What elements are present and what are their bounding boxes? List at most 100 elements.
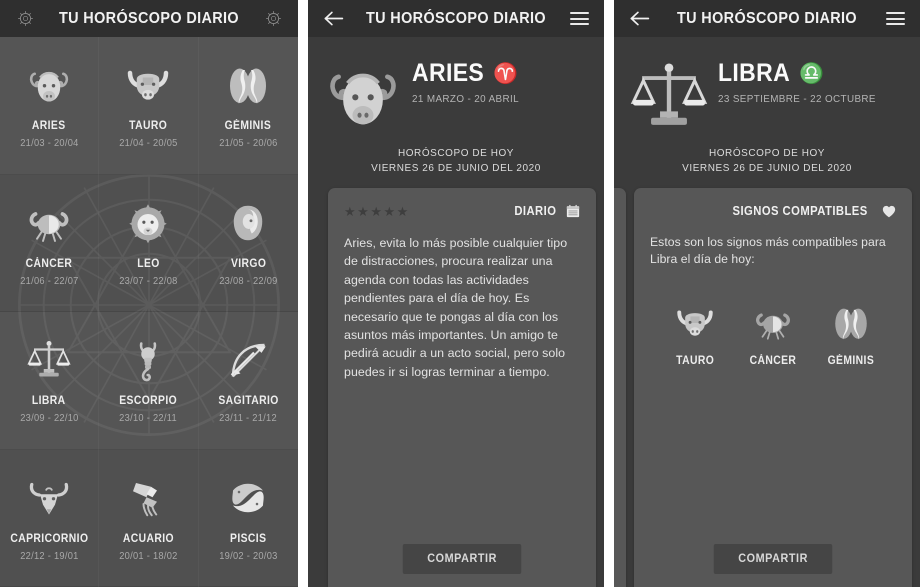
aries-ram-icon-large (322, 55, 404, 137)
zodiac-wheel-icon-right[interactable] (262, 8, 284, 30)
sign-dates: 23/07 - 22/08 (119, 275, 178, 287)
sign-name: TAURO (129, 120, 168, 133)
page-title-list: TU HORÓSCOPO DIARIO (58, 9, 240, 27)
screenshot-stage: TU HORÓSCOPO DIARIO ARIES 21/03 - 20/04 … (0, 0, 920, 587)
calendar-icon (566, 204, 580, 218)
compatible-sign-cancer[interactable]: CÁNCER (734, 302, 812, 367)
sign-name: SAGITARIO (218, 395, 279, 408)
aries-sign-title: ARIES (412, 59, 485, 87)
panel-gap-2 (604, 0, 614, 587)
aries-header-text: ARIES ♈ 21 MARZO - 20 ABRIL (404, 51, 588, 105)
aries-horoscope-text: Aries, evita lo más posible cualquier ti… (344, 236, 568, 379)
sign-cell-virgo[interactable]: VIRGO 23/08 - 22/09 (198, 175, 298, 312)
libra-compatible-card[interactable]: SIGNOS COMPATIBLES Estos son los signos … (634, 188, 912, 587)
sign-dates: 21/04 - 20/05 (119, 138, 178, 150)
sign-cell-escorpio[interactable]: ESCORPIO 23/10 - 22/11 (99, 312, 199, 450)
sign-name: CÁNCER (25, 257, 73, 270)
aries-today-label: HORÓSCOPO DE HOY (397, 147, 515, 159)
libra-today-date: VIERNES 26 DE JUNIO DEL 2020 (682, 162, 852, 174)
libra-sign-dates: 23 SEPTIEMBRE - 22 OCTUBRE (718, 93, 876, 105)
compatible-sign-geminis[interactable]: GÉMINIS (812, 302, 890, 367)
sign-dates: 21/03 - 20/04 (19, 138, 79, 150)
panel-gap-1 (298, 0, 308, 587)
aries-today-block: HORÓSCOPO DE HOY VIERNES 26 DE JUNIO DEL… (308, 137, 604, 188)
share-button[interactable]: COMPARTIR (402, 544, 522, 574)
back-arrow-icon[interactable] (322, 8, 344, 30)
libra-card-label-group: SIGNOS COMPATIBLES (725, 204, 896, 218)
pisces-fish-icon (224, 474, 272, 522)
sign-cell-libra[interactable]: LIBRA 23/09 - 22/10 (0, 312, 100, 450)
aries-header: ARIES ♈ 21 MARZO - 20 ABRIL (308, 37, 604, 137)
libra-share-wrap: COMPARTIR (634, 544, 912, 574)
libra-previous-card-peek[interactable] (614, 188, 626, 587)
sign-name: ARIES (32, 120, 66, 133)
aries-card-header: ★ ★ ★ ★ ★ DIARIO (344, 202, 580, 220)
star-icon: ★ (344, 203, 356, 219)
sign-grid-wrapper: ARIES 21/03 - 20/04 TAURO 21/04 - 20/05 … (0, 37, 298, 587)
sign-cell-aries[interactable]: ARIES 21/03 - 20/04 (0, 37, 100, 175)
libra-header-text: LIBRA ♎ 23 SEPTIEMBRE - 22 OCTUBRE (710, 51, 904, 105)
sign-dates: 22/12 - 19/01 (19, 550, 79, 562)
sign-name: ACUARIO (122, 532, 175, 545)
compatible-sign-name: GÉMINIS (827, 355, 875, 367)
sign-cell-leo[interactable]: LEO 23/07 - 22/08 (99, 175, 199, 312)
aries-daily-card[interactable]: ★ ★ ★ ★ ★ DIARIO Aries, evita lo más pos… (328, 188, 596, 587)
star-icon: ★ (383, 203, 396, 219)
compatible-sign-tauro[interactable]: TAURO (656, 302, 734, 367)
aries-card-label-group: DIARIO (512, 204, 580, 218)
sign-dates: 23/08 - 22/09 (219, 275, 278, 287)
sign-cell-piscis[interactable]: PISCIS 19/02 - 20/03 (198, 450, 298, 587)
libra-today-label: HORÓSCOPO DE HOY (708, 147, 826, 159)
aries-zodiac-glyph: ♈ (493, 62, 519, 85)
libra-compatible-signs-row: TAURO CÁNCER GÉMINIS (650, 302, 896, 367)
sign-name: GÉMINIS (225, 120, 272, 133)
capricorn-goat-icon (25, 474, 73, 522)
hamburger-menu-icon[interactable] (884, 8, 906, 30)
sign-cell-cancer[interactable]: CÁNCER 21/06 - 22/07 (0, 175, 100, 312)
sign-dates: 23/10 - 22/11 (119, 413, 178, 425)
heart-icon (882, 205, 896, 218)
sign-dates: 21/06 - 22/07 (19, 275, 79, 287)
libra-compatible-text: Estos son los signos más compatibles par… (650, 235, 886, 266)
star-icon: ★ (370, 203, 382, 219)
sign-name: PISCIS (230, 532, 267, 545)
sign-cell-geminis[interactable]: GÉMINIS 21/05 - 20/06 (198, 37, 298, 175)
hamburger-menu-icon[interactable] (568, 8, 590, 30)
sign-cell-acuario[interactable]: ACUARIO 20/01 - 18/02 (99, 450, 199, 587)
libra-card-header: SIGNOS COMPATIBLES (650, 202, 896, 220)
panel-aries-detail: TU HORÓSCOPO DIARIO ARIES ♈ 21 MARZO - 2… (308, 0, 604, 587)
libra-scales-icon (25, 336, 73, 384)
share-button[interactable]: COMPARTIR (713, 544, 833, 574)
sign-cell-tauro[interactable]: TAURO 21/04 - 20/05 (99, 37, 199, 175)
zodiac-wheel-icon-left[interactable] (14, 8, 36, 30)
aquarius-waterbearer-icon (124, 474, 172, 522)
sign-cell-sagitario[interactable]: SAGITARIO 23/11 - 21/12 (198, 312, 298, 450)
compatible-sign-name: CÁNCER (749, 355, 797, 367)
taurus-bull-icon (124, 61, 172, 109)
sign-name: ESCORPIO (119, 395, 178, 408)
panel-sign-list: TU HORÓSCOPO DIARIO ARIES 21/03 - 20/04 … (0, 0, 298, 587)
cancer-crab-icon (25, 199, 73, 247)
aries-card-carousel[interactable]: ★ ★ ★ ★ ★ DIARIO Aries, evita lo más pos… (308, 188, 604, 587)
sign-dates: 19/02 - 20/03 (219, 550, 278, 562)
sign-cell-capricornio[interactable]: CAPRICORNIO 22/12 - 19/01 (0, 450, 100, 587)
libra-card-carousel[interactable]: SIGNOS COMPATIBLES Estos son los signos … (614, 188, 920, 587)
leo-lion-icon (124, 199, 172, 247)
virgo-maiden-icon (234, 205, 263, 240)
sign-name: VIRGO (230, 257, 267, 270)
sign-dates: 20/01 - 18/02 (119, 550, 178, 562)
libra-sign-title: LIBRA (718, 59, 791, 87)
compatible-sign-name: TAURO (675, 355, 715, 367)
star-icon: ★ (396, 203, 409, 219)
cancer-crab-icon (752, 302, 794, 344)
star-icon: ★ (357, 203, 369, 219)
back-arrow-icon[interactable] (628, 8, 650, 30)
gemini-twins-icon (830, 302, 872, 344)
taurus-bull-icon (674, 302, 716, 344)
gemini-twins-icon (224, 61, 272, 109)
sign-name: CAPRICORNIO (10, 532, 89, 545)
topbar-list: TU HORÓSCOPO DIARIO (0, 0, 298, 37)
sign-grid: ARIES 21/03 - 20/04 TAURO 21/04 - 20/05 … (0, 37, 298, 587)
aries-share-wrap: COMPARTIR (328, 544, 596, 574)
topbar-aries: TU HORÓSCOPO DIARIO (308, 0, 604, 37)
